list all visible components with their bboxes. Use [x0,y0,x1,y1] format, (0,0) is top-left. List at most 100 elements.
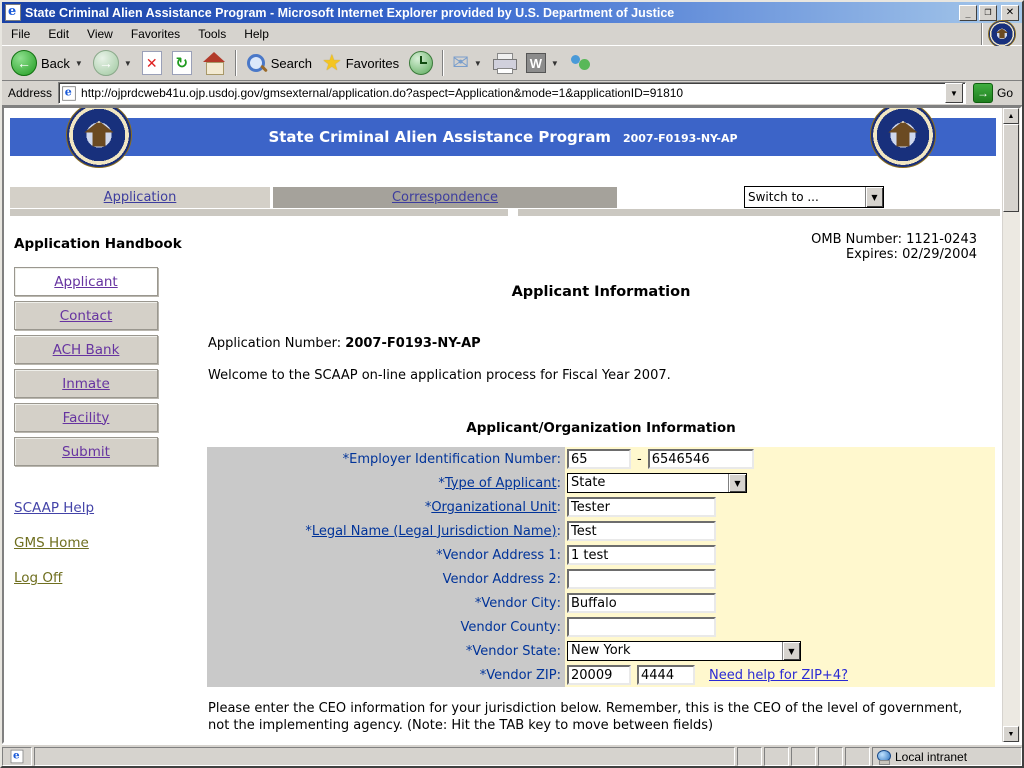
ein-separator: - [637,452,642,467]
address-url[interactable]: http://ojprdcweb41u.ojp.usdoj.gov/gmsext… [81,86,941,100]
form-value-vendor-county [565,615,995,639]
go-label: Go [997,86,1013,100]
menu-edit[interactable]: Edit [39,24,78,44]
history-button[interactable] [404,49,438,77]
address-chevron-down-icon[interactable]: ▼ [945,83,963,103]
back-icon: ← [11,50,37,76]
form-label-text: Employer Identification Number [349,452,556,467]
edit-chevron-down-icon[interactable]: ▼ [551,59,559,68]
form-row-organizational-unit: *Organizational Unit:Tester [207,495,995,519]
form-row-vendor-county: Vendor County: [207,615,995,639]
menu-file[interactable]: File [2,24,39,44]
close-button[interactable]: ✕ [1001,5,1019,21]
restore-button[interactable]: ❐ [979,5,997,21]
vendor-city-input[interactable]: Buffalo [567,593,716,613]
label-colon: : [557,476,561,491]
sidebar-item-contact[interactable]: Contact [14,301,158,330]
edit-with-word-button[interactable]: W ▼ [521,51,564,75]
vendor-state-chevron-down-icon[interactable]: ▼ [782,642,800,660]
sidebar-item-facility[interactable]: Facility [14,403,158,432]
vendor-county-input[interactable] [567,617,716,637]
address-input[interactable]: http://ojprdcweb41u.ojp.usdoj.gov/gmsext… [58,82,966,104]
browser-toolbar: ← Back ▼ → ▼ ✕ ↻ Search ★ Favorites [2,46,1022,81]
organizational-unit-input[interactable]: Tester [567,497,716,517]
page-title: Applicant Information [207,284,995,300]
minimize-button[interactable]: _ [959,5,977,21]
sidebar-link-log-off[interactable]: Log Off [14,570,62,586]
tab-strip-right [518,209,1000,216]
vendor-zip-input-1[interactable]: 20009 [567,665,631,685]
type-of-applicant-chevron-down-icon[interactable]: ▼ [728,474,746,492]
legal-name-legal-jurisdiction-name-input[interactable]: Test [567,521,716,541]
switch-to-chevron-down-icon[interactable]: ▼ [865,187,883,207]
tab-correspondence-link[interactable]: Correspondence [392,190,498,205]
sidebar-item-ach-bank[interactable]: ACH Bank [14,335,158,364]
switch-to-select[interactable]: Switch to ... ▼ [744,186,884,208]
form-label-text: Vendor ZIP [486,668,556,683]
mail-button[interactable]: ✉ ▼ [447,51,487,75]
tab-correspondence[interactable]: Correspondence [273,187,617,208]
form-label-link[interactable]: Type of Applicant [445,476,557,491]
form-row-vendor-state: * Vendor State:New York▼ [207,639,995,663]
form-label-text: Vendor City [481,596,556,611]
tab-application-link[interactable]: Application [104,190,177,205]
scroll-down-icon[interactable]: ▼ [1003,726,1019,742]
form-row-vendor-address-1: * Vendor Address 1:1 test [207,543,995,567]
employer-identification-number-input-2[interactable]: 6546546 [648,449,754,469]
mail-chevron-down-icon[interactable]: ▼ [474,59,482,68]
print-button[interactable] [487,51,521,75]
stop-button[interactable]: ✕ [137,49,167,77]
doj-seal-left-icon [66,108,132,168]
security-zone-label: Local intranet [895,750,967,764]
scroll-up-icon[interactable]: ▲ [1003,108,1019,124]
search-button[interactable]: Search [240,50,317,76]
form-row-legal-name-legal-jurisdiction-name: *Legal Name (Legal Jurisdiction Name):Te… [207,519,995,543]
sidebar-item-submit[interactable]: Submit [14,437,158,466]
vendor-zip-input-2[interactable]: 4444 [637,665,695,685]
label-colon: : [557,524,561,539]
sidebar-link-scaap-help[interactable]: SCAAP Help [14,500,94,516]
tab-application[interactable]: Application [10,187,270,208]
form-label-link[interactable]: Organizational Unit [431,500,556,515]
menu-help[interactable]: Help [235,24,278,44]
scrollbar-thumb[interactable] [1003,124,1019,212]
favorites-button[interactable]: ★ Favorites [317,50,404,76]
vendor-address-2-input[interactable] [567,569,716,589]
form-label-link[interactable]: Legal Name (Legal Jurisdiction Name) [312,524,557,539]
back-chevron-down-icon[interactable]: ▼ [75,59,83,68]
menu-bar: FileEditViewFavoritesToolsHelp [2,23,1022,46]
employer-identification-number-input-1[interactable]: 65 [567,449,631,469]
menu-tools[interactable]: Tools [189,24,235,44]
home-button[interactable] [197,50,231,76]
label-colon: : [557,548,561,563]
label-colon: : [557,644,561,659]
sidebar-item-applicant[interactable]: Applicant [14,267,158,296]
go-button[interactable]: → Go [971,82,1019,104]
toolbar-separator [235,50,236,76]
type-of-applicant-select[interactable]: State▼ [567,473,747,493]
form-row-employer-identification-number: * Employer Identification Number:65-6546… [207,447,995,471]
messenger-button[interactable] [564,50,598,76]
welcome-text: Welcome to the SCAAP on-line application… [208,368,671,383]
sidebar-link-gms-home[interactable]: GMS Home [14,535,89,551]
vendor-address-1-input[interactable]: 1 test [567,545,716,565]
forward-button[interactable]: → ▼ [88,48,137,78]
form-value-legal-name-legal-jurisdiction-name: Test [565,519,995,543]
form-value-vendor-address-2 [565,567,995,591]
form-row-type-of-applicant: *Type of Applicant:State▼ [207,471,995,495]
vendor-state-select[interactable]: New York▼ [567,641,801,661]
status-message-panel [34,747,735,766]
form-value-type-of-applicant: State▼ [565,471,995,495]
zip-help-link[interactable]: Need help for ZIP+4? [709,668,848,683]
vendor-state-select-value: New York [568,642,782,660]
menu-view[interactable]: View [78,24,122,44]
forward-chevron-down-icon[interactable]: ▼ [124,59,132,68]
vertical-scrollbar[interactable]: ▲ ▼ [1002,108,1020,742]
menu-favorites[interactable]: Favorites [122,24,189,44]
refresh-button[interactable]: ↻ [167,49,197,77]
sidebar-item-inmate[interactable]: Inmate [14,369,158,398]
sidebar-item-label: Facility [63,410,110,426]
form-label-vendor-address-2: Vendor Address 2: [207,567,565,591]
form-row-vendor-address-2: Vendor Address 2: [207,567,995,591]
back-button[interactable]: ← Back ▼ [6,48,88,78]
